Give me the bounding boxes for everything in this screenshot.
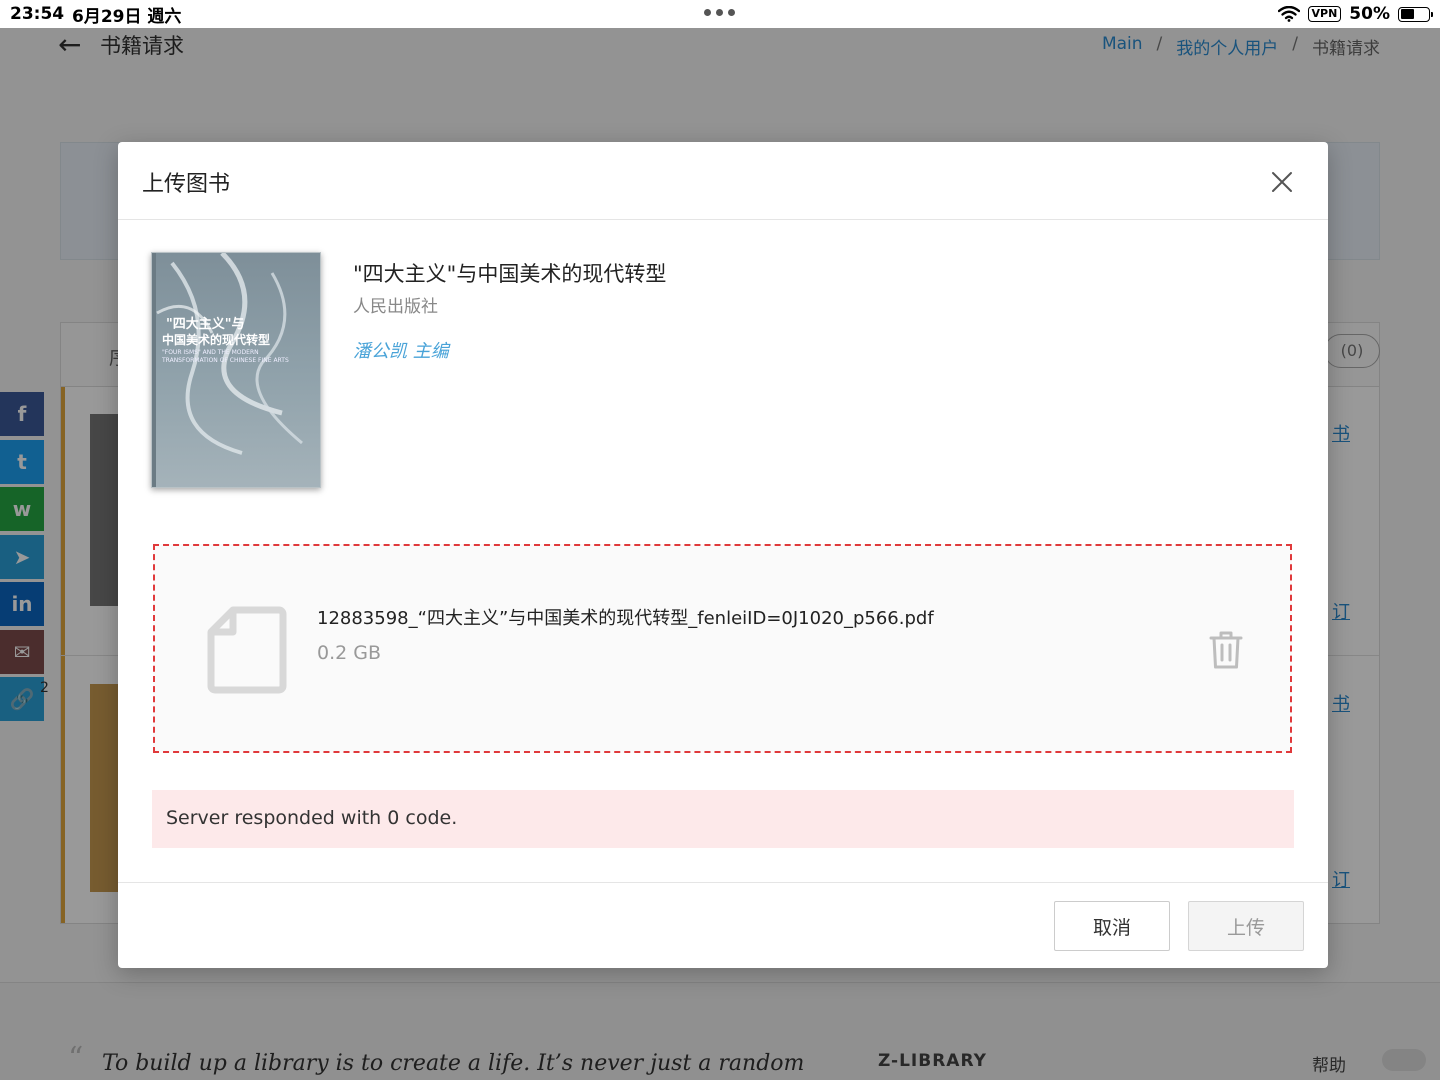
file-dropzone[interactable]: 12883598_“四大主义”与中国美术的现代转型_fenleiID=0J102… <box>153 544 1292 753</box>
file-size: 0.2 GB <box>317 642 382 664</box>
ios-status-bar: 23:54 6月29日 週六 VPN 50% <box>0 0 1440 28</box>
book-title: "四大主义"与中国美术的现代转型 <box>353 262 667 286</box>
status-date: 6月29日 週六 <box>72 6 182 27</box>
book-author-link[interactable]: 潘公凯 主编 <box>353 337 449 363</box>
dialog-title: 上传图书 <box>142 172 231 197</box>
cover-art <box>152 253 320 487</box>
cover-title-text: "四大主义"与 <box>166 317 245 332</box>
battery-icon <box>1398 6 1433 22</box>
book-cover: "四大主义"与 中国美术的现代转型 "FOUR ISMS" AND THE MO… <box>151 252 321 488</box>
book-publisher: 人民出版社 <box>353 297 438 317</box>
multitask-dots-icon[interactable] <box>704 9 735 16</box>
wifi-icon <box>1277 6 1300 22</box>
upload-book-dialog: 上传图书 "四大主义"与 中国美术的现代转型 "FOUR ISMS" AND T… <box>118 142 1328 968</box>
file-icon <box>207 606 287 694</box>
file-name: 12883598_“四大主义”与中国美术的现代转型_fenleiID=0J102… <box>317 608 934 629</box>
error-alert: Server responded with 0 code. <box>152 790 1294 848</box>
upload-button[interactable]: 上传 <box>1188 901 1304 951</box>
vpn-badge: VPN <box>1307 6 1342 22</box>
error-message: Server responded with 0 code. <box>166 807 458 829</box>
trash-icon[interactable] <box>1208 630 1244 670</box>
cover-subtitle-text: 中国美术的现代转型 <box>162 333 271 347</box>
cancel-button[interactable]: 取消 <box>1054 901 1170 951</box>
dialog-footer: 取消 上传 <box>118 882 1328 968</box>
dialog-header: 上传图书 <box>118 142 1328 220</box>
close-icon[interactable] <box>1268 168 1296 196</box>
battery-percent: 50% <box>1349 4 1390 24</box>
status-time: 23:54 <box>10 4 65 24</box>
cover-english-text: "FOUR ISMS" AND THE MODERN TRANSFORMATIO… <box>162 349 289 364</box>
